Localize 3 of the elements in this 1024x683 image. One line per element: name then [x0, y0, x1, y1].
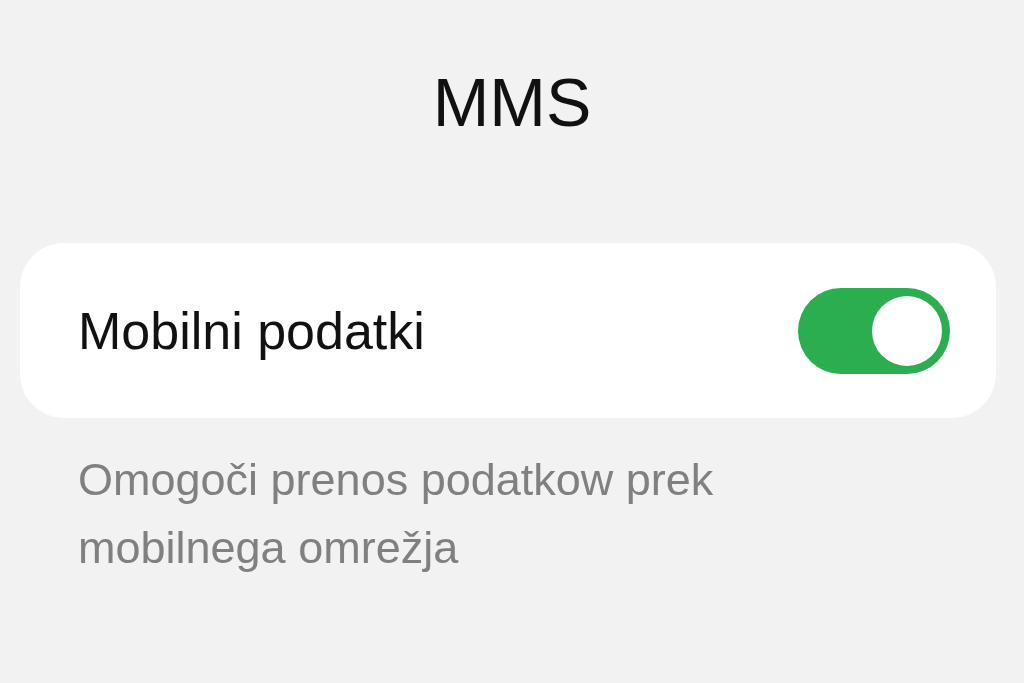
setting-description: Omogoči prenos podatkow prek mobilnega omrežja [78, 453, 715, 575]
setting-label: Mobilni podatki [78, 300, 425, 361]
page-title: MMS [431, 63, 593, 142]
